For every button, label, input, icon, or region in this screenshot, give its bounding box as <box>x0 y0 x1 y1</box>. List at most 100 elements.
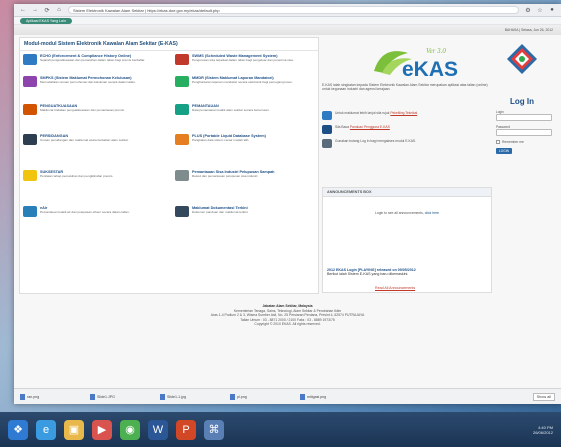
url-text: https://ekas.doe.gov.my/ekas/default.php <box>147 7 220 13</box>
module-item[interactable]: SMPKS (Sistem Maklumat Permohonan Kelulu… <box>23 76 163 87</box>
login-button[interactable]: LOGIN <box>496 148 512 154</box>
download-item[interactable]: Slide1.JPG <box>90 393 154 400</box>
module-icon <box>175 54 189 65</box>
login-field[interactable] <box>496 114 552 121</box>
module-icon <box>23 170 37 181</box>
module-icon <box>175 104 189 115</box>
bookmark-item[interactable]: Aplikasi EKAS Yang Lain <box>20 17 72 24</box>
module-item[interactable]: PLUS (Portable Liquid Database System) Pa… <box>175 134 315 145</box>
module-desc: Urusan persidangan dan maklumat acara be… <box>40 137 129 142</box>
module-item[interactable]: SUKSESTAR Penilaian tahap pematuhan dan p… <box>23 170 163 181</box>
module-icon <box>175 76 189 87</box>
module-item[interactable]: PENGUATKUASAAN Maklumat tindakan penguatk… <box>23 104 163 115</box>
module-item[interactable]: SWMS (Scheduled Waste Management System)… <box>175 54 315 65</box>
bookmarks-bar: Aplikasi EKAS Yang Lain <box>14 17 561 25</box>
module-desc: Pemantauan kualiti air dan pelepasan efl… <box>40 209 130 214</box>
page-footer: Jabatan Alam Sekitar, Malaysia Kementeri… <box>14 304 561 327</box>
login-title: Log In <box>510 97 534 106</box>
powerpoint-icon[interactable]: P <box>176 419 196 440</box>
news-title[interactable]: EKAS Login [PLAYING] released on 09/05/2… <box>336 268 416 272</box>
downloads-bar: ran.png Slide1.JPG Slide1-1.jpg pl.png mitig… <box>14 388 561 404</box>
news-desc: Berikut ialah Sistem E-KAS yang baru dik… <box>327 272 409 277</box>
show-all-button[interactable]: Show all <box>532 392 555 401</box>
media-icon[interactable]: ▶ <box>92 419 112 440</box>
download-item[interactable]: pl.png <box>230 393 294 400</box>
reload-icon[interactable]: ⟳ <box>44 7 50 14</box>
footer-address: Aras 1-4 Podium 2 & 3, Wisma Sumber Asli… <box>210 313 365 318</box>
news-item: 2012 EKAS Login [PLAYING] released on 09… <box>327 268 416 277</box>
footer-phone: Talian Umum : 03 - 8871 2000 / 2100 Faks… <box>240 317 335 322</box>
address-bar[interactable]: Sistem Elektronik Kawalan Alam Sekitar |… <box>68 6 519 14</box>
module-item[interactable]: MMDR (Sistem Maklumat Laporan Mandatori)… <box>175 76 315 87</box>
download-item[interactable]: Slide1-1.jpg <box>160 393 224 400</box>
ekas-logo: eKAS Ver 3.0 <box>374 47 458 81</box>
extensions-icon[interactable]: ⚙ <box>525 7 531 14</box>
info-link-row: Sila Baca Panduan Pengguna E-KAS <box>322 125 492 134</box>
read-more-link[interactable]: Read All Announcements <box>375 286 415 290</box>
browser-window: ← → ⟳ ⌂ Sistem Elektronik Kawalan Alam S… <box>14 4 561 404</box>
file-icon <box>90 393 95 400</box>
download-item[interactable]: mitigasi.png <box>300 393 364 400</box>
module-desc: Rekod dan pemantauan pelupusan sisa indu… <box>192 173 259 178</box>
module-desc: Sejarah penguatkuasaan dan pematuhan dal… <box>40 57 146 62</box>
module-icon <box>175 206 189 217</box>
logo-text: eKAS <box>402 58 458 81</box>
password-field[interactable] <box>496 129 552 136</box>
module-item[interactable]: PERSIDANGAN Urusan persidangan dan maklum… <box>23 134 163 145</box>
info-link[interactable]: Panduan Pengguna E-KAS <box>350 125 390 129</box>
footer-org: Jabatan Alam Sekitar, Malaysia <box>262 304 313 308</box>
module-item[interactable]: eAir Pemantauan kualiti air dan pelepasan… <box>23 206 163 217</box>
module-item[interactable]: PEMANTAUAN Data pemantauan kualiti alam s… <box>175 104 315 115</box>
module-item[interactable]: ECHO (Enforcement & Compliance History O… <box>23 54 163 65</box>
ie-icon[interactable]: e <box>36 419 56 440</box>
announcement-link[interactable]: click here <box>425 211 439 215</box>
module-item[interactable]: Pemantauan Sisa Industri Pelupusan Sampa… <box>175 170 315 181</box>
module-desc: Penghantaran laporan mandatori secara el… <box>192 79 293 84</box>
footer-ministry: Kementerian Tenaga, Sains, Teknologi, Al… <box>233 308 342 313</box>
module-item[interactable]: Maklumat Dokumentasi Terkini Dokumen pand… <box>175 206 315 217</box>
module-icon <box>23 206 37 217</box>
file-icon <box>230 393 235 400</box>
download-item[interactable]: ran.png <box>20 393 84 400</box>
intro-column: eKAS Ver 3.0 E-KAS ialah singkatan kepad… <box>322 37 492 294</box>
chrome-icon[interactable]: ◉ <box>120 419 140 440</box>
home-icon[interactable]: ⌂ <box>56 7 62 13</box>
module-desc: Memudahkan urusan permohonan dan kelulus… <box>40 79 136 84</box>
login-box: Log In Login Password Remember me LOGIN <box>496 97 556 154</box>
clock-date: 26/06/2012 <box>532 429 553 435</box>
file-icon <box>20 393 25 400</box>
remember-checkbox[interactable] <box>496 140 500 144</box>
module-desc: Data pemantauan kualiti alam sekitar sec… <box>192 107 270 112</box>
profile-icon[interactable]: ● <box>549 7 555 13</box>
module-desc: Maklumat tindakan penguatkuasaan dan pem… <box>40 107 125 112</box>
module-desc: Penilaian tahap pematuhan dan pengiktira… <box>40 173 114 178</box>
module-icon <box>175 170 189 181</box>
forward-icon[interactable]: → <box>32 7 38 13</box>
tab-title: Sistem Elektronik Kawalan Alam Sekitar <box>73 7 144 13</box>
word-icon[interactable]: W <box>148 419 168 440</box>
module-icon <box>23 76 37 87</box>
module-desc: Dokumen panduan dan maklumat terkini. <box>192 209 249 214</box>
file-icon <box>300 393 305 400</box>
system-tray[interactable]: 4:40 PM 26/06/2012 <box>533 425 553 435</box>
network-icon[interactable]: ⌘ <box>204 419 224 440</box>
remember-me[interactable]: Remember me <box>496 140 556 144</box>
top-strip: BAHASA | Selasa, Jun 26, 2012 <box>14 25 561 35</box>
start-icon[interactable]: ❖ <box>8 419 28 440</box>
modules-panel: Modul-modul Sistem Elektronik Kawalan Al… <box>19 37 319 294</box>
folder-icon[interactable]: ▣ <box>64 419 84 440</box>
info-link-row: Gunakan butang Log In bagi mengakses mod… <box>322 139 492 148</box>
logo-version: Ver 3.0 <box>426 47 446 55</box>
intro-text: E-KAS ialah singkatan kepada Sistem Elek… <box>322 83 488 92</box>
module-icon <box>175 134 189 145</box>
taskbar: ❖ e ▣ ▶ ◉ W P ⌘ 4:40 PM 26/06/2012 <box>0 412 561 447</box>
web-page: BAHASA | Selasa, Jun 26, 2012 Modul-modu… <box>14 25 561 404</box>
star-icon[interactable]: ☆ <box>537 7 543 14</box>
info-icon <box>322 125 332 134</box>
back-icon[interactable]: ← <box>20 7 26 13</box>
language-date[interactable]: BAHASA | Selasa, Jun 26, 2012 <box>505 28 553 32</box>
announcements-title: ANNOUNCEMENTS BOX <box>323 188 491 197</box>
login-column: Log In Login Password Remember me LOGIN <box>496 37 556 294</box>
browser-toolbar: ← → ⟳ ⌂ Sistem Elektronik Kawalan Alam S… <box>14 4 561 17</box>
info-link[interactable]: Pekeliling Teknikal <box>390 111 417 115</box>
